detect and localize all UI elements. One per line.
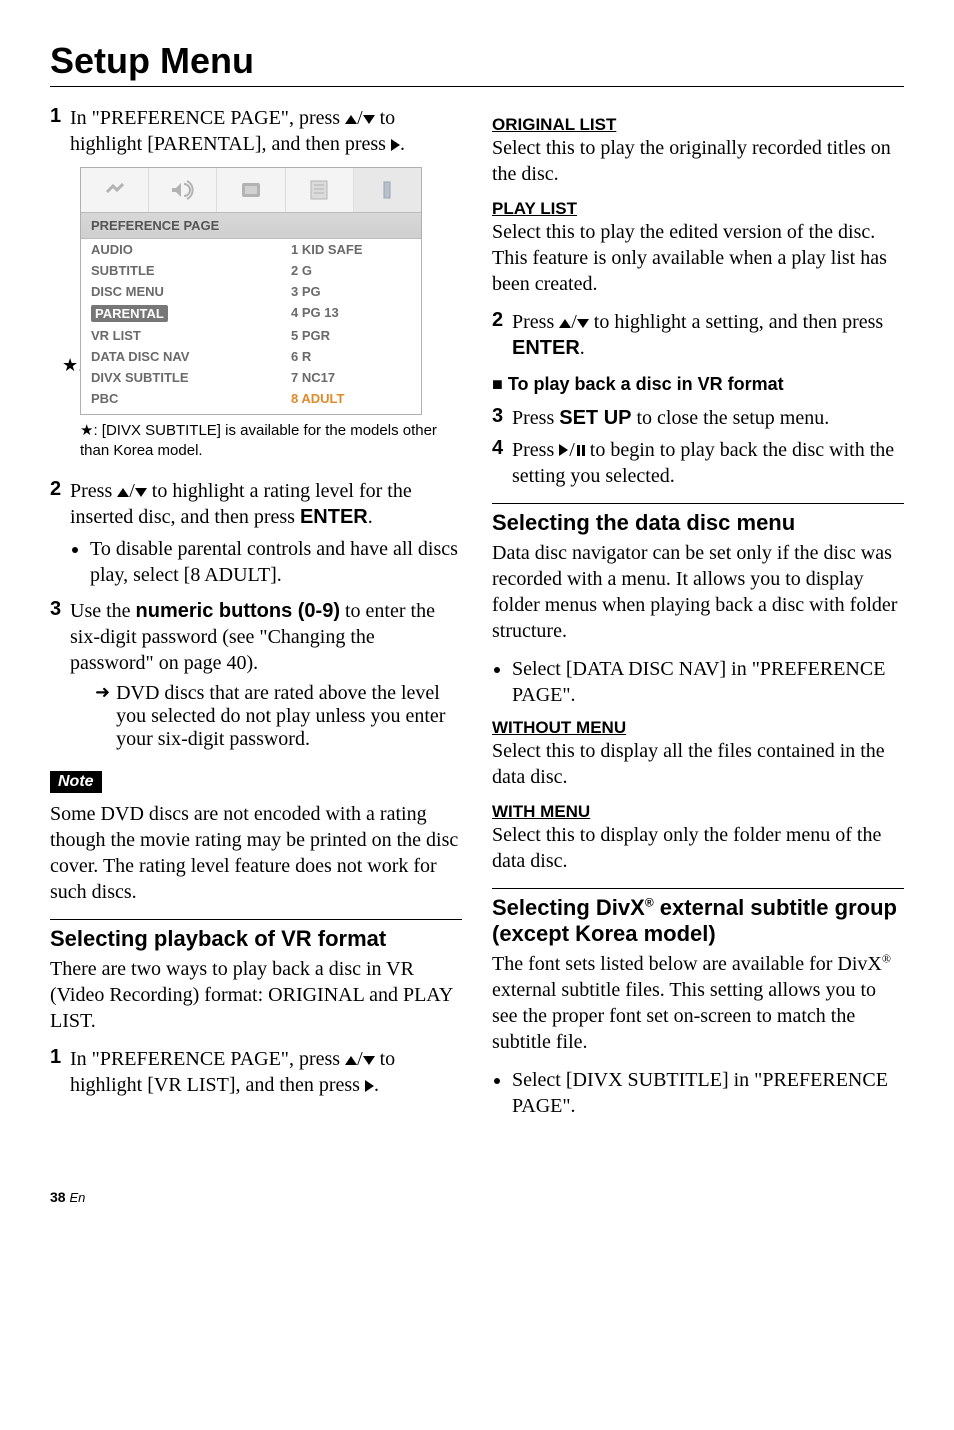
page-number: 38	[50, 1189, 66, 1205]
result-text: DVD discs that are rated above the level…	[116, 682, 462, 751]
menu-row-parental: PARENTAL4 PG 13	[81, 302, 421, 325]
vr-step-1: 1 In "PREFERENCE PAGE", press / to highl…	[50, 1046, 462, 1098]
without-menu-head: WITHOUT MENU	[492, 718, 904, 738]
step-body: Press / to highlight a setting, and then…	[512, 309, 904, 361]
list-item: Select [DATA DISC NAV] in "PREFERENCE PA…	[512, 656, 904, 708]
page-footer: 38 En	[50, 1189, 904, 1205]
menu-row-subtitle: SUBTITLE2 G	[81, 260, 421, 281]
step-number: 3	[50, 598, 70, 676]
menu-row-data-disc-nav: DATA DISC NAV6 R	[81, 346, 421, 367]
without-menu-body: Select this to display all the files con…	[492, 738, 904, 790]
menu-tab-bar	[81, 168, 421, 212]
menu-row-disc-menu: DISC MENU3 PG	[81, 281, 421, 302]
result-arrow-item: ➜ DVD discs that are rated above the lev…	[95, 682, 462, 751]
page-title: Setup Menu	[50, 40, 904, 82]
star-caption: ★: [DIVX SUBTITLE] is available for the …	[80, 421, 462, 460]
menu-row-vr-list: VR LIST5 PGR	[81, 325, 421, 346]
step-number: 1	[50, 105, 70, 157]
tab-video-icon	[217, 168, 285, 212]
menu-screenshot: ★...... PREFERENCE PAGE AUDIO1 KID SAFE …	[62, 167, 462, 415]
right-column: ORIGINAL LIST Select this to play the or…	[492, 105, 904, 1129]
list-item: To disable parental controls and have al…	[90, 536, 462, 588]
menu-row-divx-subtitle: DIVX SUBTITLE7 NC17	[81, 367, 421, 388]
left-column: 1 In "PREFERENCE PAGE", press / to highl…	[50, 105, 462, 1129]
list-item: Select [DIVX SUBTITLE] in "PREFERENCE PA…	[512, 1067, 904, 1119]
square-bullet-line: ■ To play back a disc in VR format	[492, 371, 904, 397]
tab-audio-icon	[149, 168, 217, 212]
data-disc-body: Data disc navigator can be set only if t…	[492, 540, 904, 644]
with-menu-body: Select this to display only the folder m…	[492, 822, 904, 874]
title-rule	[50, 86, 904, 87]
note-label: Note	[50, 771, 102, 793]
tab-preference-icon	[354, 168, 421, 212]
page-language: En	[69, 1190, 85, 1205]
right-step-4: 4 Press / to begin to play back the disc…	[492, 437, 904, 489]
subhead-divx: Selecting DivX® external subtitle group …	[492, 888, 904, 947]
divx-body: The font sets listed below are available…	[492, 951, 904, 1055]
subhead-data-disc: Selecting the data disc menu	[492, 503, 904, 536]
menu-row-audio: AUDIO1 KID SAFE	[81, 239, 421, 260]
menu-row-pbc: PBC8 ADULT	[81, 388, 421, 414]
step-body: Press / to begin to play back the disc w…	[512, 437, 904, 489]
subhead-vr-format: Selecting playback of VR format	[50, 919, 462, 952]
step-number: 2	[492, 309, 512, 361]
step-number: 1	[50, 1046, 70, 1098]
right-step-3: 3 Press SET UP to close the setup menu.	[492, 405, 904, 431]
bullet-list: Select [DATA DISC NAV] in "PREFERENCE PA…	[512, 656, 904, 708]
step-2: 2 Press / to highlight a rating level fo…	[50, 478, 462, 530]
step-body: Press / to highlight a rating level for …	[70, 478, 462, 530]
square-icon: ■	[492, 374, 503, 394]
preference-page-menu: PREFERENCE PAGE AUDIO1 KID SAFE SUBTITLE…	[80, 167, 422, 415]
menu-header: PREFERENCE PAGE	[81, 212, 421, 239]
step-body: Press SET UP to close the setup menu.	[512, 405, 904, 431]
arrow-icon: ➜	[95, 682, 110, 751]
play-list-head: PLAY LIST	[492, 199, 904, 219]
step-body: In "PREFERENCE PAGE", press / to highlig…	[70, 105, 462, 157]
right-step-2: 2 Press / to highlight a setting, and th…	[492, 309, 904, 361]
bullet-list: Select [DIVX SUBTITLE] in "PREFERENCE PA…	[512, 1067, 904, 1119]
step-3: 3 Use the numeric buttons (0-9) to enter…	[50, 598, 462, 676]
registered-icon: ®	[645, 896, 654, 910]
tab-general-icon	[81, 168, 149, 212]
step-number: 2	[50, 478, 70, 530]
step-number: 3	[492, 405, 512, 431]
tab-list-icon	[286, 168, 354, 212]
bullet-list: To disable parental controls and have al…	[90, 536, 462, 588]
step-1: 1 In "PREFERENCE PAGE", press / to highl…	[50, 105, 462, 157]
note-body: Some DVD discs are not encoded with a ra…	[50, 801, 462, 905]
step-body: Use the numeric buttons (0-9) to enter t…	[70, 598, 462, 676]
original-list-body: Select this to play the originally recor…	[492, 135, 904, 187]
two-column-layout: 1 In "PREFERENCE PAGE", press / to highl…	[50, 105, 904, 1129]
step-body: In "PREFERENCE PAGE", press / to highlig…	[70, 1046, 462, 1098]
registered-icon: ®	[882, 951, 891, 965]
vr-body: There are two ways to play back a disc i…	[50, 956, 462, 1034]
step-number: 4	[492, 437, 512, 489]
play-list-body: Select this to play the edited version o…	[492, 219, 904, 297]
original-list-head: ORIGINAL LIST	[492, 115, 904, 135]
star-marker: ★......	[62, 167, 80, 376]
with-menu-head: WITH MENU	[492, 802, 904, 822]
